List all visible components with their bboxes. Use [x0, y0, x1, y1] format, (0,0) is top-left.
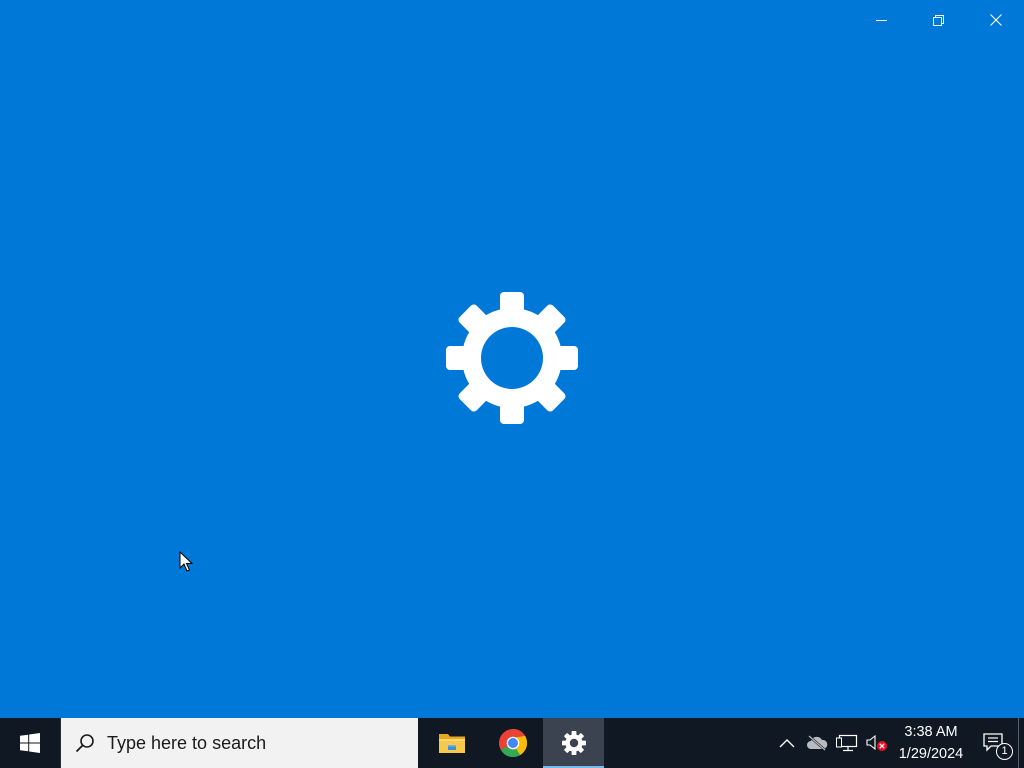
clock-time: 3:38 AM: [904, 724, 958, 740]
network-icon: [836, 734, 858, 752]
gear-icon: [446, 292, 578, 424]
restore-icon: [933, 14, 944, 26]
window-caption-buttons: [853, 0, 1024, 40]
settings-splash-window: [0, 0, 1024, 718]
taskbar: Type here to search 3:38 AM 1/29/2024 1: [0, 718, 1024, 768]
clock-date: 1/29/2024: [898, 746, 964, 762]
close-button[interactable]: [967, 0, 1024, 40]
settings-gear-icon: [561, 731, 586, 755]
search-placeholder: Type here to search: [107, 732, 267, 753]
volume-tray-button[interactable]: [862, 718, 892, 768]
search-icon: [75, 734, 94, 753]
restore-button[interactable]: [910, 0, 967, 40]
show-hidden-icons-button[interactable]: [772, 718, 802, 768]
close-icon: [989, 14, 1002, 26]
taskbar-clock[interactable]: 3:38 AM 1/29/2024: [892, 718, 970, 768]
taskbar-app-chrome[interactable]: [482, 718, 543, 768]
volume-muted-icon: [866, 734, 887, 751]
chrome-icon: [498, 729, 527, 757]
notification-count-badge: 1: [996, 743, 1013, 760]
start-button[interactable]: [0, 718, 60, 768]
action-center-button[interactable]: 1: [970, 718, 1018, 768]
onedrive-tray-button[interactable]: [802, 718, 832, 768]
chevron-up-icon: [779, 739, 795, 748]
minimize-button[interactable]: [853, 0, 910, 40]
windows-logo-icon: [20, 733, 40, 753]
taskbar-search-box[interactable]: Type here to search: [60, 718, 418, 768]
onedrive-offline-icon: [807, 735, 828, 751]
taskbar-app-settings[interactable]: [543, 718, 604, 768]
system-tray: 3:38 AM 1/29/2024 1: [772, 718, 1024, 768]
network-tray-button[interactable]: [832, 718, 862, 768]
taskbar-pinned-apps: [421, 718, 604, 768]
file-explorer-icon: [438, 734, 465, 753]
show-desktop-button[interactable]: [1018, 718, 1024, 768]
taskbar-app-file-explorer[interactable]: [421, 718, 482, 768]
mouse-pointer-icon: [179, 551, 193, 572]
minimize-icon: [876, 19, 887, 21]
